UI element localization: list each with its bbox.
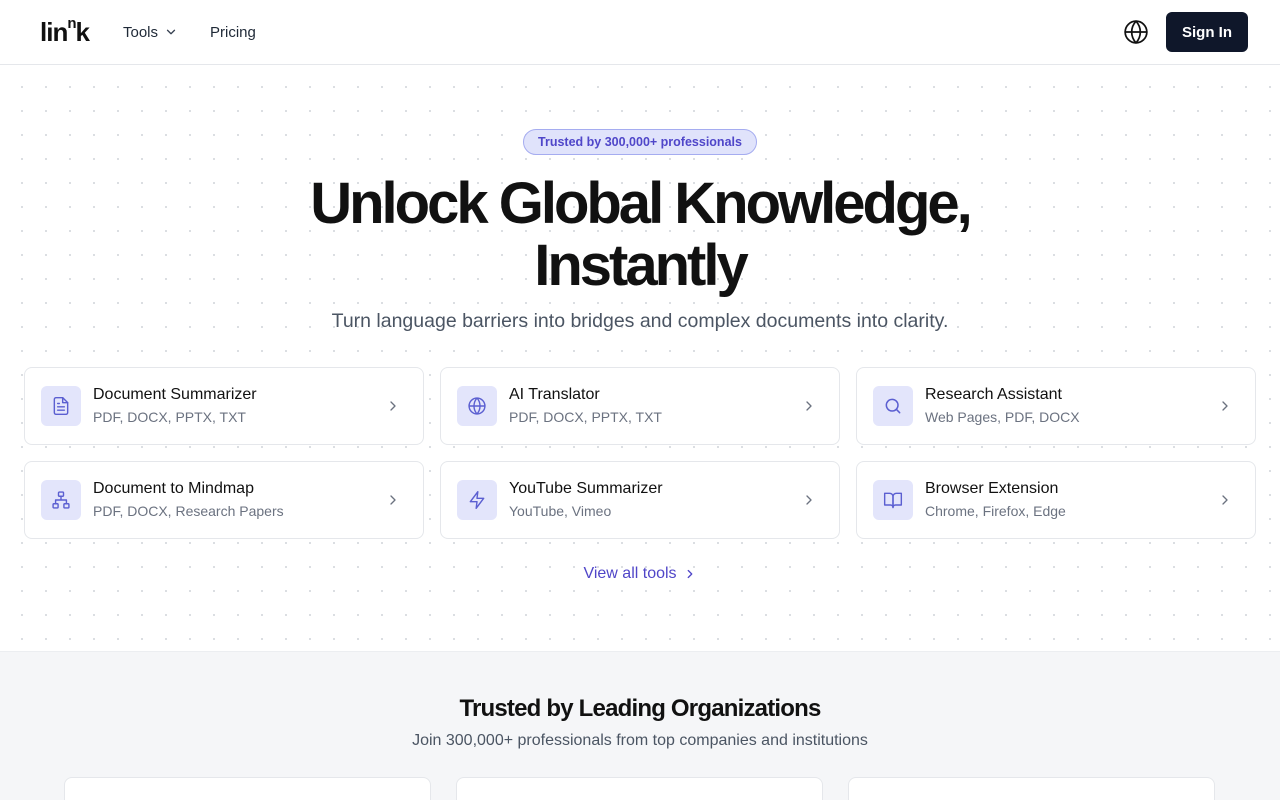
nav-tools-label: Tools (122, 23, 159, 41)
nav-pricing-label: Pricing (210, 23, 256, 41)
sign-in-button[interactable]: Sign In (1166, 12, 1248, 52)
logo-text-sup: n (67, 14, 76, 32)
main-nav: Tools Pricing (123, 24, 256, 41)
tools-grid: Document Summarizer PDF, DOCX, PPTX, TXT… (24, 367, 1256, 539)
organization-card (64, 777, 431, 800)
chevron-right-icon (687, 569, 692, 579)
tool-formats: PDF, DOCX, PPTX, TXT (509, 409, 662, 425)
chevron-right-icon (806, 401, 812, 411)
tool-card-research-assistant[interactable]: Research Assistant Web Pages, PDF, DOCX (856, 367, 1256, 445)
tool-card-document-summarizer[interactable]: Document Summarizer PDF, DOCX, PPTX, TXT (24, 367, 424, 445)
tool-icon-box (41, 386, 81, 426)
tool-icon-box (457, 386, 497, 426)
tool-card-ai-translator[interactable]: AI Translator PDF, DOCX, PPTX, TXT (440, 367, 840, 445)
book-icon (883, 492, 903, 509)
nav-pricing-link[interactable]: Pricing (210, 24, 256, 41)
tool-text: Document Summarizer PDF, DOCX, PPTX, TXT (93, 385, 385, 427)
tool-formats: Web Pages, PDF, DOCX (925, 409, 1080, 425)
chevron-right-icon (1222, 495, 1228, 505)
trusted-section: Trusted by Leading Organizations Join 30… (0, 651, 1280, 800)
trusted-subtitle: Join 300,000+ professionals from top com… (412, 732, 868, 749)
tool-icon-box (41, 480, 81, 520)
globe-icon (468, 397, 486, 415)
header-actions: Sign In (1122, 12, 1248, 52)
tool-name: Document to Mindmap (93, 480, 254, 497)
tool-name: AI Translator (509, 386, 600, 403)
tool-name: Research Assistant (925, 386, 1062, 403)
chevron-right-icon (1222, 401, 1228, 411)
tool-formats: PDF, DOCX, PPTX, TXT (93, 409, 246, 425)
hero-title-line1: Unlock Global Knowledge, (310, 171, 973, 236)
logo-text-end: k (75, 16, 91, 47)
mindmap-icon (52, 491, 70, 509)
tool-card-document-to-mindmap[interactable]: Document to Mindmap PDF, DOCX, Research … (24, 461, 424, 539)
hero-subtitle: Turn language barriers into bridges and … (331, 310, 949, 332)
tool-card-youtube-summarizer[interactable]: YouTube Summarizer YouTube, Vimeo (440, 461, 840, 539)
logo[interactable]: lin n k (40, 14, 91, 48)
tool-formats: Chrome, Firefox, Edge (925, 503, 1066, 519)
hero-title: Unlock Global Knowledge, Instantly (0, 173, 1280, 297)
language-button[interactable] (1122, 18, 1150, 46)
trusted-title: Trusted by Leading Organizations (459, 695, 821, 722)
tool-text: Research Assistant Web Pages, PDF, DOCX (925, 385, 1217, 427)
tool-icon-box (457, 480, 497, 520)
tool-formats: PDF, DOCX, Research Papers (93, 503, 284, 519)
document-icon (53, 396, 69, 416)
nav-tools-dropdown[interactable]: Tools (123, 24, 178, 41)
tool-formats: YouTube, Vimeo (509, 503, 612, 519)
tool-name: Browser Extension (925, 480, 1059, 497)
tool-name: Document Summarizer (93, 386, 257, 403)
organization-card (848, 777, 1215, 800)
tool-icon-box (873, 386, 913, 426)
chevron-right-icon (390, 495, 396, 505)
view-all-tools-label: View all tools (583, 565, 677, 582)
trusted-badge: Trusted by 300,000+ professionals (523, 129, 757, 155)
top-navbar: lin n k Tools Pricing Sign In (0, 0, 1280, 65)
hero-title-line2: Instantly (534, 233, 748, 298)
logo-text-main: lin (40, 16, 68, 47)
tool-text: Document to Mindmap PDF, DOCX, Research … (93, 479, 385, 521)
chevron-down-icon (166, 29, 176, 35)
search-icon (885, 398, 901, 414)
view-all-tools-link[interactable]: View all tools (0, 565, 1280, 583)
hero-section: Trusted by 300,000+ professionals Unlock… (0, 65, 1280, 651)
globe-icon (1124, 20, 1148, 44)
organization-card (456, 777, 823, 800)
chevron-right-icon (806, 495, 812, 505)
tool-card-browser-extension[interactable]: Browser Extension Chrome, Firefox, Edge (856, 461, 1256, 539)
lightning-icon (469, 490, 485, 510)
chevron-right-icon (390, 401, 396, 411)
tool-text: Browser Extension Chrome, Firefox, Edge (925, 479, 1217, 521)
tool-text: AI Translator PDF, DOCX, PPTX, TXT (509, 385, 801, 427)
tool-name: YouTube Summarizer (509, 480, 663, 497)
tool-text: YouTube Summarizer YouTube, Vimeo (509, 479, 801, 521)
tool-icon-box (873, 480, 913, 520)
